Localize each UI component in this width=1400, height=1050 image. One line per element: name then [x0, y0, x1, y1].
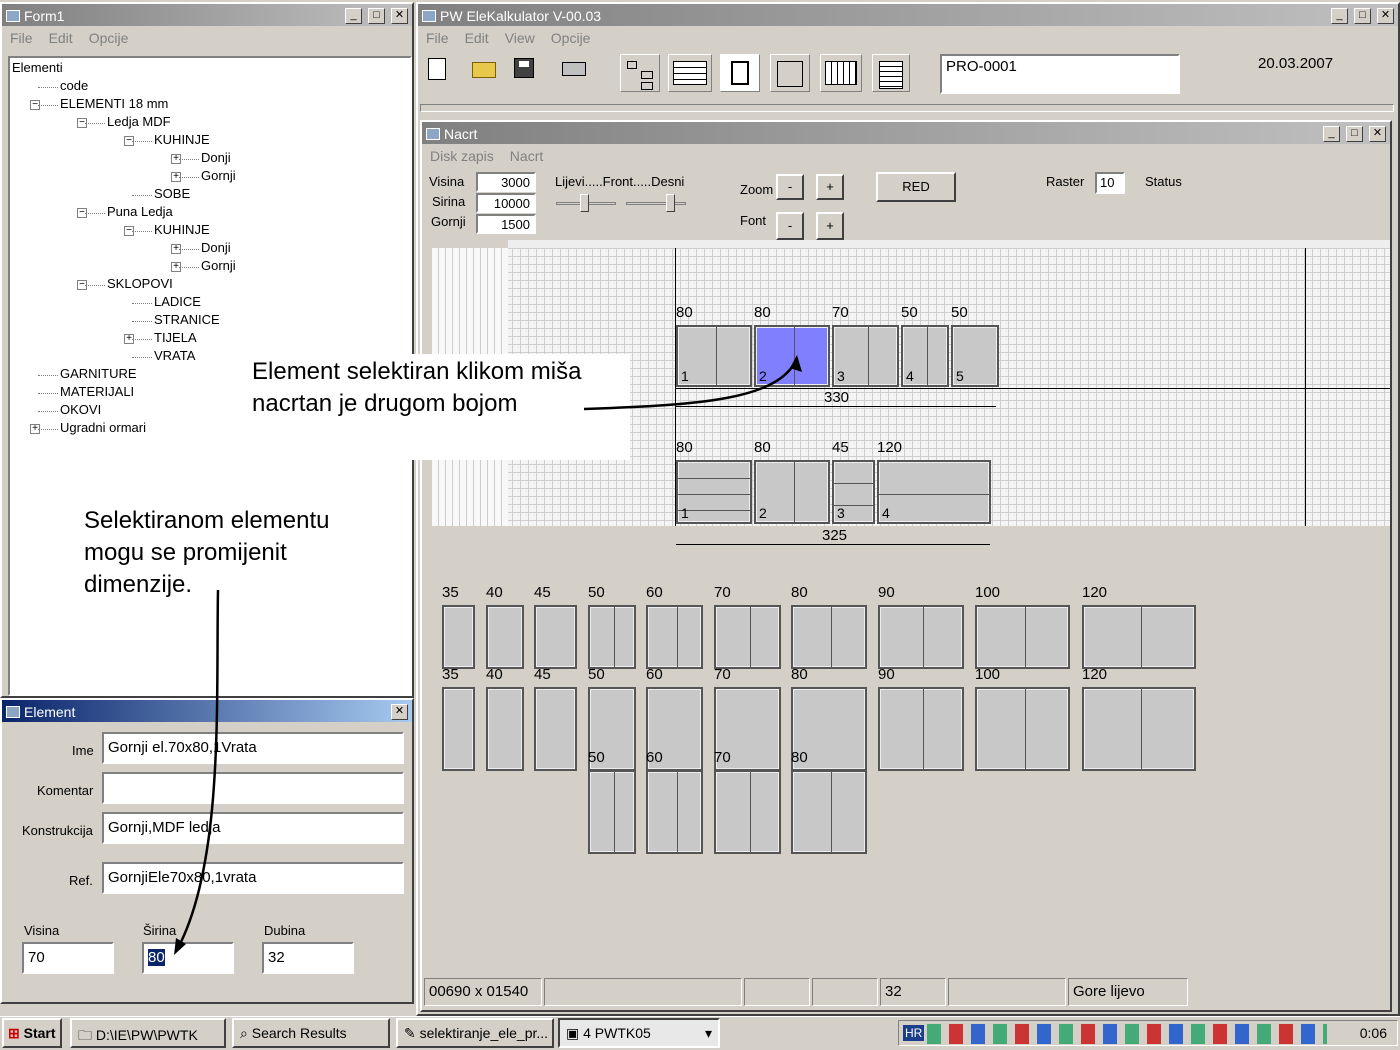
- taskbar-label: selektiranje_ele_pr...: [419, 1025, 549, 1041]
- folder-icon: 🗀: [78, 1027, 92, 1043]
- window-icon: ▣: [566, 1025, 580, 1041]
- taskbar-label: Search Results: [251, 1025, 347, 1041]
- taskbar-item-search[interactable]: ⌕ Search Results: [232, 1018, 390, 1048]
- taskbar-item-explorer[interactable]: 🗀 D:\IE\PW\PWTK: [70, 1018, 226, 1048]
- search-icon: ⌕: [240, 1025, 248, 1041]
- taskbar-label: D:\IE\PW\PWTK: [95, 1027, 198, 1043]
- language-indicator[interactable]: HR: [903, 1025, 925, 1041]
- start-label: Start: [23, 1025, 56, 1041]
- paint-icon: ✎: [404, 1025, 416, 1041]
- taskbar-label: 4 PWTK05: [583, 1025, 651, 1041]
- clock: 0:06: [1359, 1025, 1387, 1041]
- chevron-down-icon: ▾: [704, 1025, 712, 1041]
- windows-logo-icon: ⊞: [8, 1025, 20, 1041]
- system-tray: HR 0:06: [898, 1020, 1398, 1046]
- taskbar-item-paint[interactable]: ✎ selektiranje_ele_pr...: [396, 1018, 554, 1048]
- annotation-arrows: [174, 355, 802, 955]
- start-button[interactable]: ⊞ Start: [2, 1018, 62, 1048]
- taskbar-item-pwtk[interactable]: ▣ 4 PWTK05 ▾: [558, 1018, 720, 1048]
- tray-icons[interactable]: [927, 1024, 1327, 1044]
